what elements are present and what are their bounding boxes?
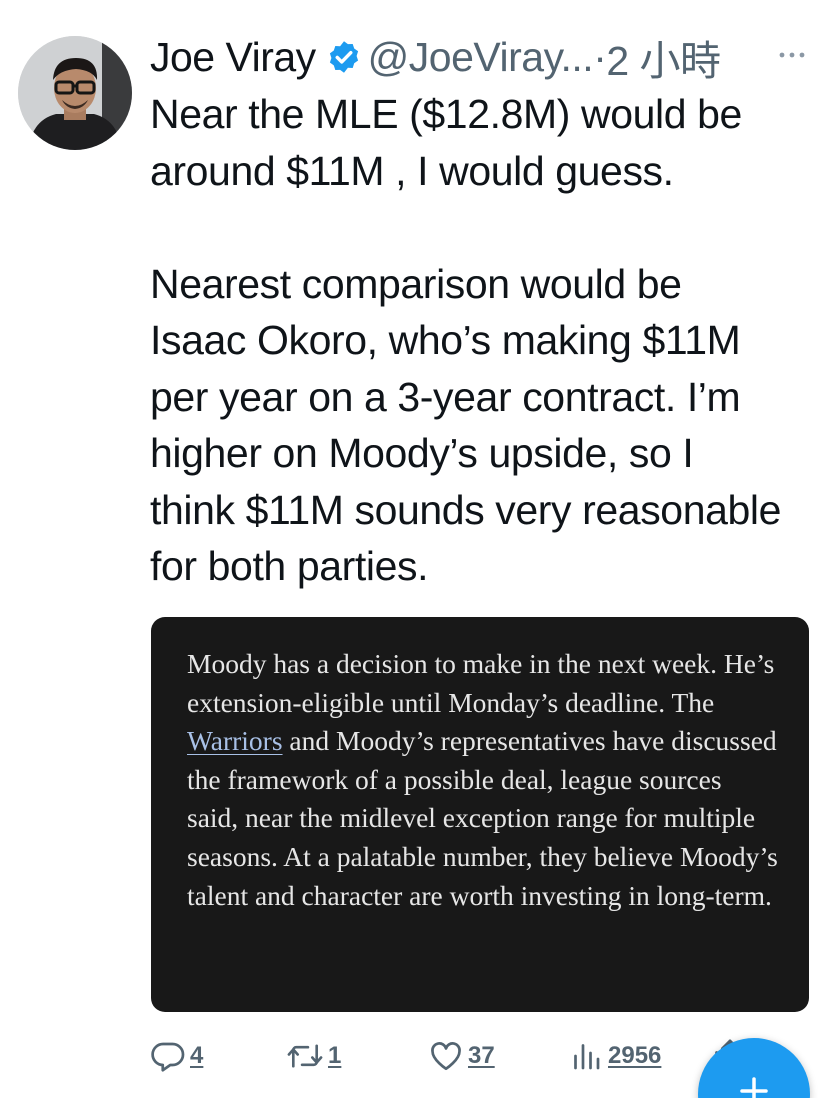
more-icon[interactable] <box>776 38 808 68</box>
retweet-icon <box>287 1044 323 1068</box>
verified-badge-icon <box>329 41 358 73</box>
retweet-button[interactable]: 1 <box>286 1038 341 1074</box>
quote-text-before: Moody has a decision to make in the next… <box>187 648 775 718</box>
tweet-timestamp[interactable]: 2 小時 <box>606 27 721 87</box>
reply-count: 4 <box>190 1042 204 1069</box>
like-button[interactable]: 37 <box>428 1038 495 1074</box>
views-button[interactable]: 2956 <box>568 1038 661 1074</box>
heart-icon <box>431 1042 461 1071</box>
avatar[interactable] <box>18 36 132 150</box>
retweet-count: 1 <box>328 1042 342 1069</box>
separator-dot: · <box>593 33 607 80</box>
tweet-text: Near the MLE ($12.8M) would be around $1… <box>150 91 782 589</box>
tweet-page: Joe Viray @JoeViray... · 2 小時 Near the M… <box>0 0 828 1098</box>
attached-image-card[interactable]: Moody has a decision to make in the next… <box>151 617 809 1012</box>
quote-text: Moody has a decision to make in the next… <box>187 645 779 915</box>
like-count: 37 <box>468 1042 495 1069</box>
views-count: 2956 <box>608 1042 662 1069</box>
author-name[interactable]: Joe Viray <box>150 34 316 81</box>
reply-icon <box>151 1042 185 1072</box>
views-icon <box>574 1044 600 1070</box>
avatar-image <box>18 36 132 150</box>
tweet-header: Joe Viray @JoeViray... · 2 小時 <box>150 27 721 87</box>
warriors-link[interactable]: Warriors <box>187 725 283 756</box>
plus-icon <box>740 1077 768 1098</box>
reply-button[interactable]: 4 <box>150 1038 203 1074</box>
author-handle[interactable]: @JoeViray... <box>368 34 594 81</box>
